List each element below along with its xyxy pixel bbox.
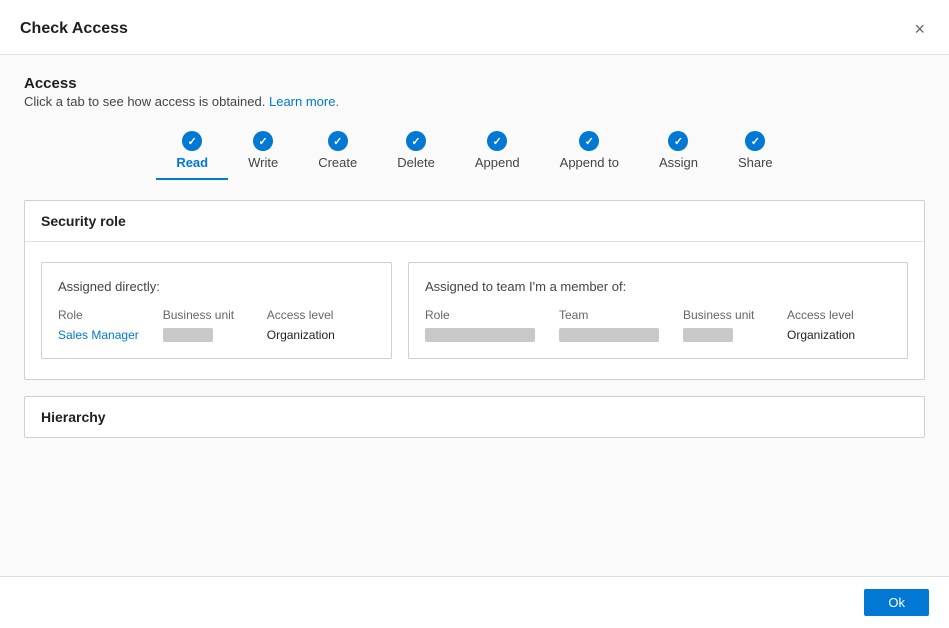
write-check-icon: ✓ (253, 131, 273, 151)
access-level-col: Access level Organization (267, 308, 347, 342)
team-access-level-col-value: Organization (787, 328, 867, 342)
assigned-team-label: Assigned to team I'm a member of: (425, 279, 891, 294)
role-link-manager[interactable]: Manager (91, 328, 138, 342)
dialog-body: Access Click a tab to see how access is … (0, 55, 949, 576)
hierarchy-section: Hierarchy (24, 396, 925, 438)
dialog-footer: Ok (0, 576, 949, 628)
role-col: Role Sales Manager (58, 308, 139, 342)
security-role-section: Security role Assigned directly: Role Sa… (24, 200, 925, 380)
append-to-check-icon: ✓ (579, 131, 599, 151)
business-unit-col: Business unit (163, 308, 243, 342)
team-access-level-col-header: Access level (787, 308, 867, 328)
tab-read-label: Read (176, 155, 208, 170)
share-check-icon: ✓ (745, 131, 765, 151)
tab-delete-label: Delete (397, 155, 435, 170)
tabs-container: ✓ Read ✓ Write ✓ Create ✓ Delete ✓ Appen… (24, 125, 925, 180)
access-subtitle-text: Click a tab to see how access is obtaine… (24, 94, 265, 109)
tab-append-label: Append (475, 155, 520, 170)
tab-assign-label: Assign (659, 155, 698, 170)
security-role-body: Assigned directly: Role Sales Manager Bu… (25, 242, 924, 379)
access-section: Access Click a tab to see how access is … (24, 75, 925, 109)
tab-share-label: Share (738, 155, 773, 170)
tab-create[interactable]: ✓ Create (298, 125, 377, 180)
team-col-value (559, 328, 659, 342)
tab-write-label: Write (248, 155, 278, 170)
dialog-title: Check Access (20, 20, 128, 38)
hierarchy-header: Hierarchy (25, 397, 924, 437)
read-check-icon: ✓ (182, 131, 202, 151)
access-subtitle: Click a tab to see how access is obtaine… (24, 94, 925, 109)
team-role-col-value (425, 328, 535, 342)
tab-write[interactable]: ✓ Write (228, 125, 298, 180)
team-access-level-col: Access level Organization (787, 308, 867, 342)
tab-delete[interactable]: ✓ Delete (377, 125, 455, 180)
create-check-icon: ✓ (328, 131, 348, 151)
tab-assign[interactable]: ✓ Assign (639, 125, 718, 180)
business-unit-col-value (163, 328, 243, 342)
tab-read[interactable]: ✓ Read (156, 125, 228, 180)
close-button[interactable]: × (910, 16, 929, 42)
team-business-unit-blurred (683, 328, 733, 342)
tab-append-to[interactable]: ✓ Append to (540, 125, 639, 180)
role-col-value: Sales Manager (58, 328, 139, 342)
role-col-header: Role (58, 308, 139, 328)
role-link-sales[interactable]: Sales (58, 328, 88, 342)
tab-create-label: Create (318, 155, 357, 170)
tab-share[interactable]: ✓ Share (718, 125, 793, 180)
business-unit-col-header: Business unit (163, 308, 243, 328)
access-level-col-header: Access level (267, 308, 347, 328)
dialog-header: Check Access × (0, 0, 949, 55)
business-unit-blurred (163, 328, 213, 342)
access-level-col-value: Organization (267, 328, 347, 342)
delete-check-icon: ✓ (406, 131, 426, 151)
access-title: Access (24, 75, 925, 92)
team-col-header: Team (559, 308, 659, 328)
team-col: Team (559, 308, 659, 342)
assigned-directly-table: Role Sales Manager Business unit (58, 308, 375, 342)
ok-button[interactable]: Ok (864, 589, 929, 616)
team-role-col-header: Role (425, 308, 535, 328)
team-business-unit-col-value (683, 328, 763, 342)
assigned-team-box: Assigned to team I'm a member of: Role T… (408, 262, 908, 359)
append-check-icon: ✓ (487, 131, 507, 151)
tab-append[interactable]: ✓ Append (455, 125, 540, 180)
tab-append-to-label: Append to (560, 155, 619, 170)
check-access-dialog: Check Access × Access Click a tab to see… (0, 0, 949, 628)
team-business-unit-col: Business unit (683, 308, 763, 342)
role-blurred (425, 328, 535, 342)
learn-more-link[interactable]: Learn more. (269, 94, 339, 109)
team-blurred (559, 328, 659, 342)
team-role-col: Role (425, 308, 535, 342)
assign-check-icon: ✓ (668, 131, 688, 151)
assigned-team-table: Role Team Business unit (425, 308, 891, 342)
security-role-header: Security role (25, 201, 924, 242)
assigned-directly-box: Assigned directly: Role Sales Manager Bu… (41, 262, 392, 359)
assigned-directly-label: Assigned directly: (58, 279, 375, 294)
team-business-unit-col-header: Business unit (683, 308, 763, 328)
